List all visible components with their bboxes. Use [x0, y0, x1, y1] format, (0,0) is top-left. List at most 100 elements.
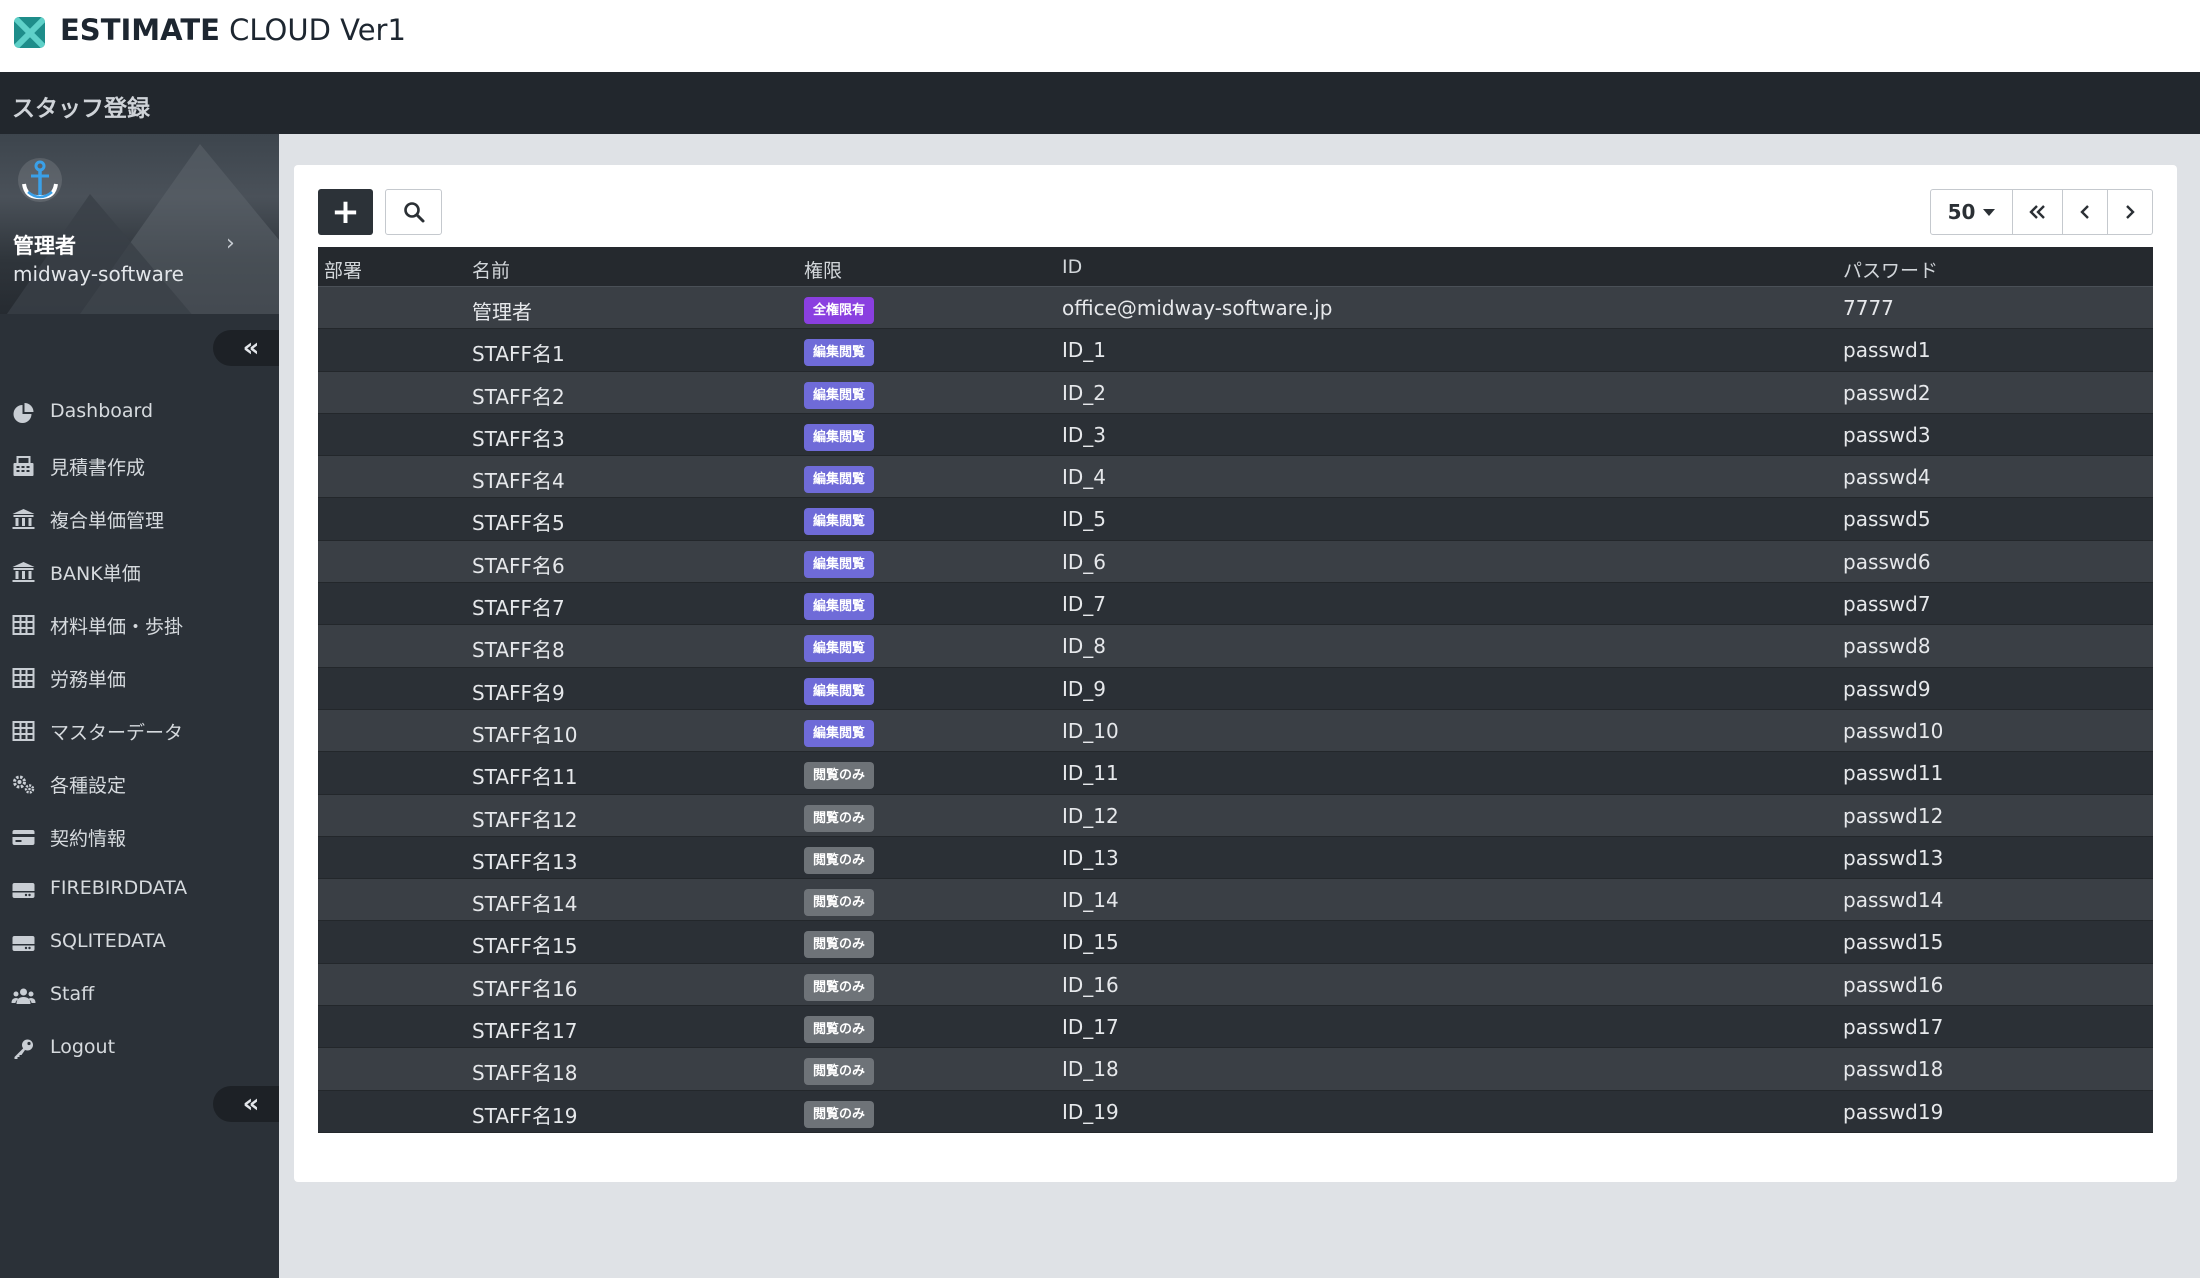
- profile-org: midway-software: [13, 262, 184, 286]
- sidebar-item-label: 労務単価: [50, 669, 127, 691]
- role-badge: 編集閲覧: [804, 423, 875, 451]
- sidebar-item-bank-price[interactable]: BANK単価: [0, 545, 279, 598]
- role-badge: 編集閲覧: [804, 719, 875, 747]
- sidebar-item-logout[interactable]: Logout: [0, 1022, 279, 1075]
- column-header-name[interactable]: 名前: [472, 256, 510, 283]
- sidebar-item-dashboard[interactable]: Dashboard: [0, 386, 279, 439]
- sidebar-collapse-button-bottom[interactable]: «: [213, 1086, 279, 1122]
- sidebar-item-firebirddata[interactable]: FIREBIRDDATA: [0, 863, 279, 916]
- search-button[interactable]: [385, 189, 442, 235]
- cell-password: passwd19: [1843, 1099, 1944, 1124]
- cell-password: passwd17: [1843, 1015, 1944, 1040]
- role-badge: 閲覧のみ: [804, 931, 875, 959]
- cell-role: 閲覧のみ: [804, 929, 875, 959]
- table-row[interactable]: STAFF名6 編集閲覧 ID_6 passwd6: [318, 540, 2153, 584]
- chevron-right-icon: [2126, 205, 2135, 219]
- user-profile[interactable]: 管理者 midway-software ›: [0, 134, 279, 314]
- sidebar-item-staff[interactable]: Staff: [0, 969, 279, 1022]
- anchor-icon: [18, 158, 62, 202]
- page-size-select[interactable]: 50: [1930, 189, 2013, 235]
- sidebar-item-master-data[interactable]: マスターデータ: [0, 704, 279, 757]
- sidebar-item-estimate[interactable]: 見積書作成: [0, 439, 279, 492]
- cell-id: ID_8: [1062, 634, 1107, 659]
- cell-name: STAFF名6: [472, 553, 565, 578]
- add-staff-button[interactable]: +: [318, 189, 373, 235]
- cell-password: passwd15: [1843, 930, 1944, 955]
- table-row[interactable]: STAFF名12 閲覧のみ ID_12 passwd12: [318, 794, 2153, 837]
- table-row[interactable]: STAFF名18 閲覧のみ ID_18 passwd18: [318, 1048, 2153, 1091]
- sidebar: 管理者 midway-software › « Dashboard 見積書作成 …: [0, 134, 279, 1278]
- sidebar-item-labor-price[interactable]: 労務単価: [0, 651, 279, 704]
- cell-password: passwd12: [1843, 803, 1944, 828]
- sidebar-item-sqlitedata[interactable]: SQLITEDATA: [0, 916, 279, 969]
- first-page-button[interactable]: [2012, 189, 2063, 235]
- sidebar-item-label: BANK単価: [50, 563, 141, 585]
- table-row[interactable]: STAFF名2 編集閲覧 ID_2 passwd2: [318, 371, 2153, 414]
- column-header-id[interactable]: ID: [1062, 256, 1082, 278]
- cell-role: 編集閲覧: [804, 676, 875, 705]
- next-page-button[interactable]: [2107, 189, 2153, 235]
- table-row[interactable]: STAFF名14 閲覧のみ ID_14 passwd14: [318, 879, 2153, 922]
- sidebar-item-composite-price[interactable]: 複合単価管理: [0, 492, 279, 545]
- cell-role: 閲覧のみ: [804, 803, 875, 832]
- cell-role: 編集閲覧: [804, 591, 875, 621]
- hdd-icon: [12, 883, 35, 898]
- column-header-role[interactable]: 権限: [804, 256, 842, 283]
- column-header-password[interactable]: パスワード: [1843, 256, 1938, 283]
- table-header: 部署 名前 権限 ID パスワード: [318, 247, 2153, 287]
- sidebar-item-label: 複合単価管理: [50, 510, 165, 532]
- table-row[interactable]: STAFF名13 閲覧のみ ID_13 passwd13: [318, 836, 2153, 880]
- table-icon: [12, 721, 35, 741]
- table-row[interactable]: 管理者 全権限有 office@midway-software.jp 7777: [318, 287, 2153, 330]
- cell-id: ID_3: [1062, 422, 1107, 447]
- previous-page-button[interactable]: [2062, 189, 2108, 235]
- table-row[interactable]: STAFF名17 閲覧のみ ID_17 passwd17: [318, 1006, 2153, 1049]
- table-row[interactable]: STAFF名11 閲覧のみ ID_11 passwd11: [318, 752, 2153, 795]
- sidebar-item-material-price[interactable]: 材料単価・歩掛: [0, 598, 279, 651]
- cell-id: ID_7: [1062, 592, 1107, 617]
- page-size-value: 50: [1947, 200, 1976, 224]
- cell-id: ID_14: [1062, 888, 1119, 913]
- column-header-dept[interactable]: 部署: [324, 256, 362, 283]
- cell-password: passwd6: [1843, 549, 1931, 574]
- cell-id: ID_5: [1062, 507, 1107, 532]
- cell-role: 全権限有: [804, 295, 875, 324]
- sidebar-item-settings[interactable]: 各種設定: [0, 757, 279, 810]
- hdd-icon: [12, 936, 35, 951]
- cell-role: 編集閲覧: [804, 549, 875, 578]
- sidebar-item-contract[interactable]: 契約情報: [0, 810, 279, 863]
- sidebar-item-label: マスターデータ: [50, 722, 184, 744]
- cell-name: STAFF名10: [472, 722, 578, 747]
- cell-name: STAFF名14: [472, 892, 578, 917]
- table-row[interactable]: STAFF名19 閲覧のみ ID_19 passwd19: [318, 1090, 2153, 1133]
- role-badge: 閲覧のみ: [804, 1016, 875, 1044]
- table-row[interactable]: STAFF名15 閲覧のみ ID_15 passwd15: [318, 921, 2153, 964]
- table-row[interactable]: STAFF名16 閲覧のみ ID_16 passwd16: [318, 963, 2153, 1007]
- page-header-bar: スタッフ登録: [0, 72, 2200, 134]
- table-row[interactable]: STAFF名5 編集閲覧 ID_5 passwd5: [318, 498, 2153, 541]
- page-title: スタッフ登録: [12, 96, 150, 122]
- cell-role: 編集閲覧: [804, 337, 875, 367]
- table-row[interactable]: STAFF名7 編集閲覧 ID_7 passwd7: [318, 583, 2153, 626]
- cell-role: 編集閲覧: [804, 380, 875, 409]
- table-row[interactable]: STAFF名10 編集閲覧 ID_10 passwd10: [318, 709, 2153, 753]
- cell-name: STAFF名16: [472, 976, 578, 1001]
- table-body: 管理者 全権限有 office@midway-software.jp 7777 STAF…: [318, 287, 2153, 1133]
- table-row[interactable]: STAFF名3 編集閲覧 ID_3 passwd3: [318, 413, 2153, 457]
- chevron-right-icon: ›: [226, 231, 235, 256]
- cell-password: passwd10: [1843, 718, 1944, 743]
- cell-id: ID_13: [1062, 845, 1119, 870]
- gears-icon: [13, 775, 35, 794]
- role-badge: 閲覧のみ: [804, 1100, 875, 1128]
- app-bar: ESTIMATE CLOUD Ver1: [0, 0, 2200, 72]
- staff-table: 部署 名前 権限 ID パスワード 管理者 全権限有 office@midway-s…: [318, 247, 2153, 1133]
- cell-name: STAFF名9: [472, 680, 565, 705]
- table-row[interactable]: STAFF名4 編集閲覧 ID_4 passwd4: [318, 456, 2153, 499]
- table-row[interactable]: STAFF名9 編集閲覧 ID_9 passwd9: [318, 667, 2153, 710]
- role-badge: 編集閲覧: [804, 339, 875, 367]
- table-row[interactable]: STAFF名1 編集閲覧 ID_1 passwd1: [318, 329, 2153, 372]
- cell-name: STAFF名3: [472, 426, 565, 451]
- sidebar-collapse-button[interactable]: «: [213, 330, 279, 366]
- table-row[interactable]: STAFF名8 編集閲覧 ID_8 passwd8: [318, 625, 2153, 668]
- cell-id: office@midway-software.jp: [1062, 296, 1333, 320]
